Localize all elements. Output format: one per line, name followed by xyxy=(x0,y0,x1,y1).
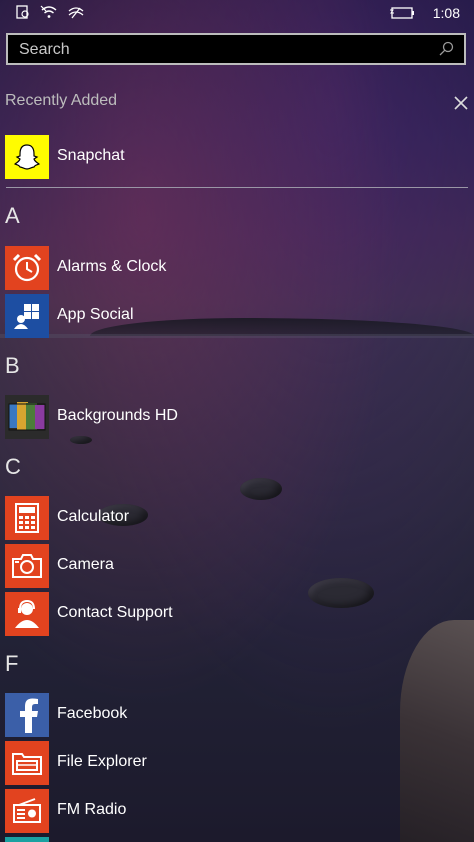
section-header-a[interactable]: A xyxy=(5,203,35,233)
app-label: Camera xyxy=(57,556,114,573)
search-icon[interactable] xyxy=(438,41,454,62)
fm-radio-icon xyxy=(5,789,49,833)
backgrounds-hd-icon xyxy=(5,395,49,439)
section-header-b[interactable]: B xyxy=(5,353,35,383)
app-label: Alarms & Clock xyxy=(57,258,167,275)
wifi-icon xyxy=(40,5,58,19)
app-item-file-explorer[interactable]: File Explorer xyxy=(5,741,465,785)
calculator-icon xyxy=(5,496,49,540)
app-item-contact-support[interactable]: Contact Support xyxy=(5,592,465,636)
app-item-alarms-clock[interactable]: Alarms & Clock xyxy=(5,246,465,290)
section-header-f[interactable]: F xyxy=(5,651,35,681)
status-bar: 1:08 xyxy=(0,0,474,28)
app-label: Contact Support xyxy=(57,604,173,621)
app-item-facebook[interactable]: Facebook xyxy=(5,693,465,737)
app-label: App Social xyxy=(57,306,134,323)
battery-charging-icon xyxy=(389,6,415,20)
clock-time: 1:08 xyxy=(432,5,460,21)
app-social-icon xyxy=(5,294,49,338)
app-label: FM Radio xyxy=(57,801,127,818)
section-header-c[interactable]: C xyxy=(5,454,35,484)
close-icon[interactable] xyxy=(452,94,470,112)
app-label: Backgrounds HD xyxy=(57,407,178,424)
app-label: Calculator xyxy=(57,508,130,525)
snapchat-ghost-icon xyxy=(5,135,49,179)
notification-icon xyxy=(16,5,30,19)
app-item-fm-radio[interactable]: FM Radio xyxy=(5,789,465,833)
file-explorer-icon xyxy=(5,741,49,785)
app-label: Snapchat xyxy=(57,147,125,164)
app-tile-partial[interactable] xyxy=(5,837,49,842)
app-item-snapchat[interactable]: Snapchat xyxy=(5,135,465,179)
search-placeholder: Search xyxy=(19,41,70,58)
facebook-icon xyxy=(5,693,49,737)
app-item-backgrounds-hd[interactable]: Backgrounds HD xyxy=(5,395,465,439)
data-sense-icon xyxy=(68,5,84,19)
app-item-app-social[interactable]: App Social xyxy=(5,294,465,338)
search-input[interactable]: Search xyxy=(6,33,466,65)
app-label: Facebook xyxy=(57,705,128,722)
divider xyxy=(6,187,468,188)
app-item-calculator[interactable]: Calculator xyxy=(5,496,465,540)
app-label: File Explorer xyxy=(57,753,147,770)
recently-added-header: Recently Added xyxy=(5,92,118,109)
alarm-clock-icon xyxy=(5,246,49,290)
camera-icon xyxy=(5,544,49,588)
contact-support-icon xyxy=(5,592,49,636)
app-item-camera[interactable]: Camera xyxy=(5,544,465,588)
